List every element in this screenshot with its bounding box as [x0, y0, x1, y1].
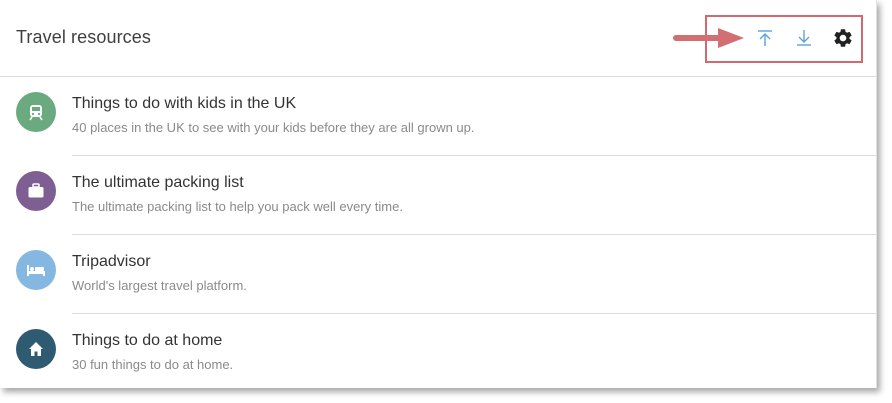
item-subtitle: 40 places in the UK to see with your kid… [72, 120, 475, 135]
arrow-up-to-line-icon [758, 30, 772, 46]
item-subtitle: World's largest travel platform. [72, 278, 247, 293]
list-item[interactable]: Things to do with kids in the UK 40 plac… [16, 77, 876, 156]
avatar [16, 92, 56, 132]
item-title: Tripadvisor [72, 253, 151, 270]
list-item[interactable]: Things to do at home 30 fun things to do… [16, 314, 876, 392]
avatar [16, 171, 56, 211]
download-button[interactable] [792, 26, 816, 50]
avatar [16, 250, 56, 290]
resources-card: Travel resources Things to do with kids … [0, 0, 877, 388]
bed-icon [27, 265, 45, 276]
item-title: The ultimate packing list [72, 174, 244, 191]
page-title: Travel resources [16, 27, 151, 47]
gear-icon [834, 29, 852, 47]
avatar [16, 329, 56, 369]
upload-button[interactable] [753, 26, 777, 50]
home-icon [29, 342, 43, 356]
item-title: Things to do at home [72, 332, 223, 349]
train-icon [29, 105, 43, 121]
card-header: Travel resources [0, 0, 876, 77]
list-item[interactable]: The ultimate packing list The ultimate p… [16, 156, 876, 235]
resource-list: Things to do with kids in the UK 40 plac… [0, 77, 876, 392]
settings-button[interactable] [831, 26, 855, 50]
item-subtitle: The ultimate packing list to help you pa… [72, 199, 403, 214]
briefcase-icon [28, 183, 44, 198]
item-title: Things to do with kids in the UK [72, 95, 297, 112]
list-item[interactable]: Tripadvisor World's largest travel platf… [16, 235, 876, 314]
callout-arrow-icon [673, 28, 744, 48]
arrow-down-to-line-icon [797, 30, 811, 46]
item-subtitle: 30 fun things to do at home. [72, 357, 234, 372]
